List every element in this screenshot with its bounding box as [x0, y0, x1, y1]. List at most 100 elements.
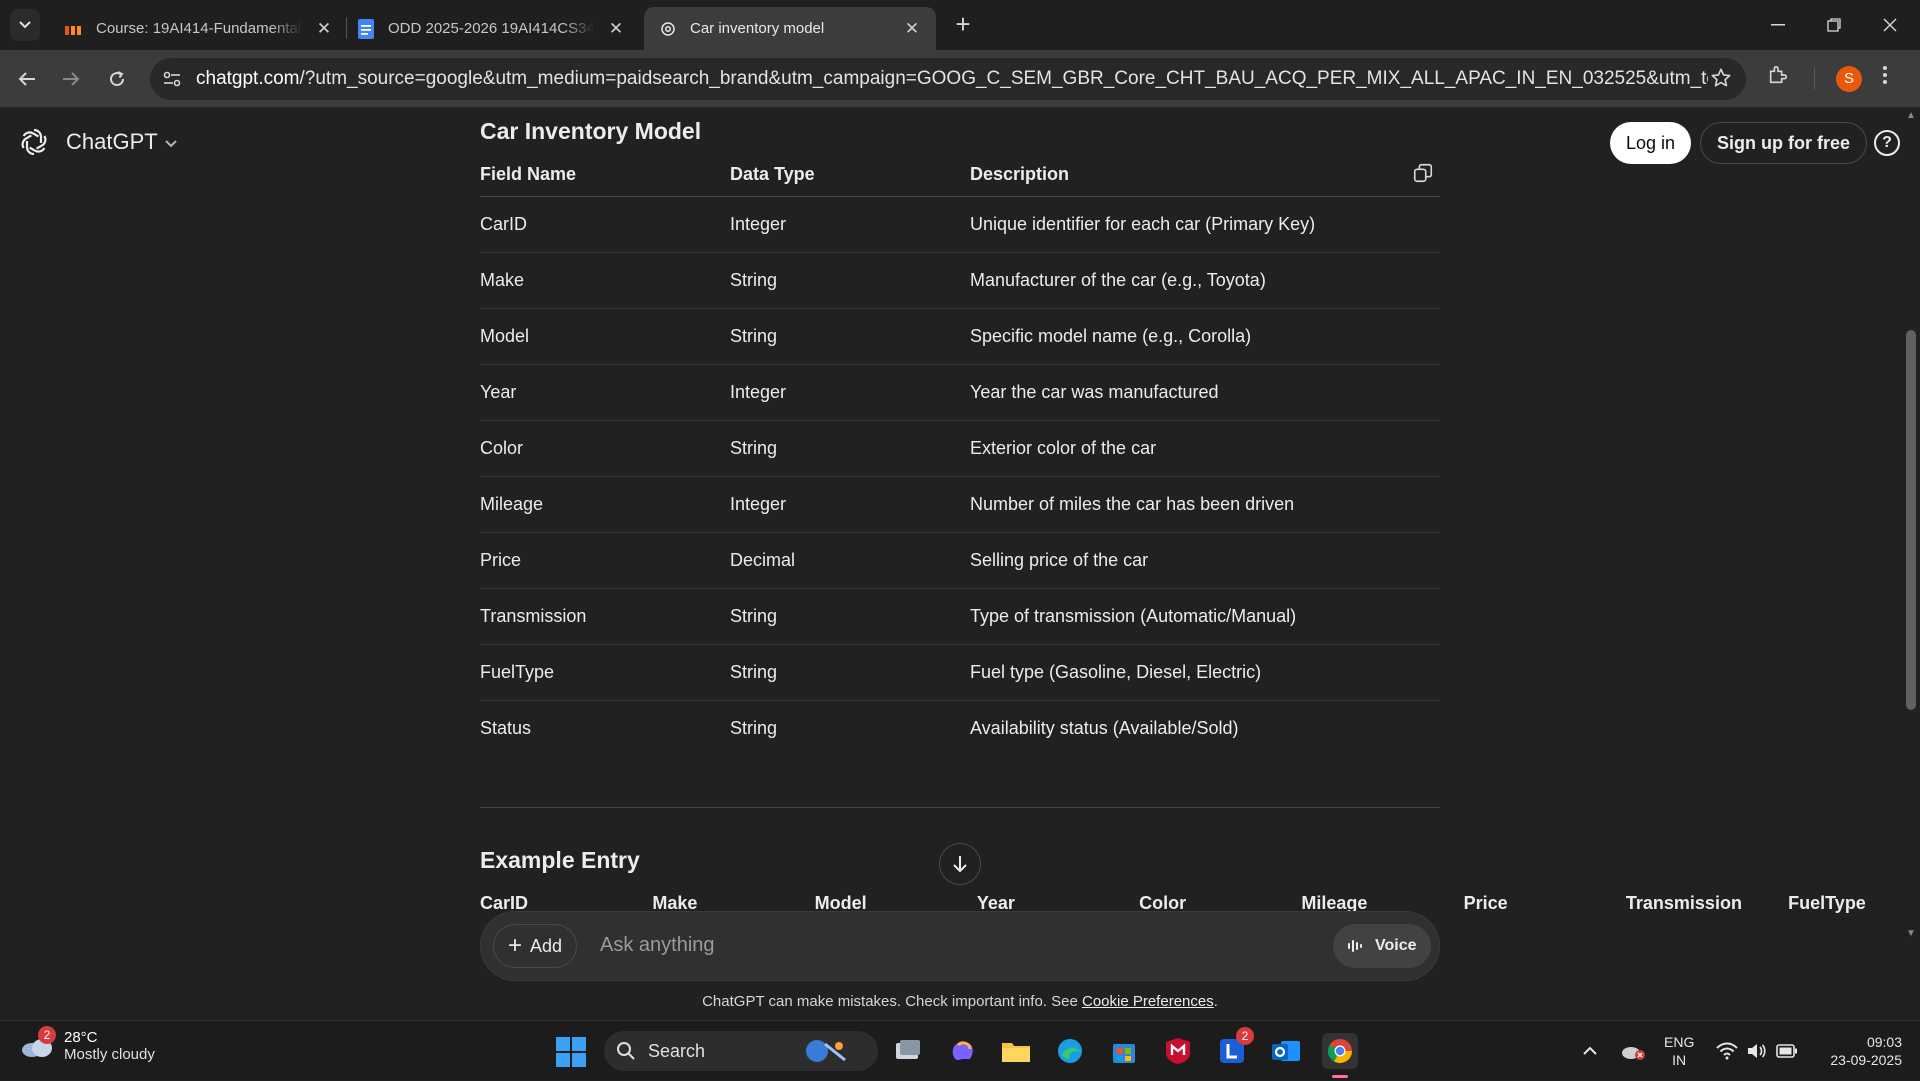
site-info-icon[interactable] — [152, 59, 192, 99]
tab-search-button[interactable] — [10, 9, 40, 41]
disclaimer-end: . — [1213, 993, 1218, 1010]
menu-kebab-icon[interactable] — [1882, 64, 1888, 91]
add-button[interactable]: + Add — [493, 924, 578, 968]
scrollbar-thumb[interactable] — [1906, 330, 1916, 710]
extensions-icon[interactable] — [1767, 64, 1789, 91]
windows-start-icon[interactable] — [556, 1037, 586, 1072]
cookie-preferences-link[interactable]: Cookie Preferences — [1082, 993, 1214, 1010]
chatgpt-icon — [658, 19, 678, 39]
ms-store-icon[interactable] — [1106, 1033, 1142, 1069]
cell-field: FuelType — [480, 644, 730, 701]
cell-description: Fuel type (Gasoline, Diesel, Electric) — [970, 644, 1440, 701]
browser-tab-strip: Course: 19AI414-Fundamentals ✕ ODD 2025-… — [0, 0, 1920, 50]
forward-button[interactable] — [56, 64, 86, 94]
taskbar-search[interactable]: Search — [604, 1031, 878, 1071]
tab-course[interactable]: Course: 19AI414-Fundamentals ✕ — [50, 7, 346, 50]
column-header: Price — [1463, 892, 1508, 913]
tab-title: Car inventory model — [690, 20, 825, 37]
toolbar: chatgpt.com/?utm_source=google&utm_mediu… — [0, 50, 1920, 108]
arrow-down-icon — [953, 856, 967, 873]
scroll-down-icon[interactable]: ▼ — [1906, 928, 1916, 939]
profile-avatar[interactable]: S — [1836, 66, 1862, 92]
show-hidden-icons[interactable] — [1582, 1021, 1598, 1081]
table-row: Status String Availability status (Availab… — [480, 700, 1440, 756]
waveform-icon — [1348, 940, 1362, 952]
restore-button[interactable] — [1806, 0, 1862, 50]
cell-type: String — [730, 420, 970, 477]
cell-field: Model — [480, 308, 730, 365]
close-icon[interactable]: ✕ — [608, 19, 624, 39]
battery-icon[interactable] — [1776, 1021, 1798, 1081]
voice-button[interactable]: Voice — [1333, 924, 1431, 968]
url-text[interactable]: chatgpt.com/?utm_source=google&utm_mediu… — [196, 68, 1708, 90]
example-heading: Example Entry — [480, 847, 640, 873]
prompt-input[interactable]: Ask anything — [600, 934, 715, 957]
cell-type: Integer — [730, 364, 970, 421]
wifi-icon[interactable] — [1716, 1021, 1738, 1081]
close-icon[interactable]: ✕ — [316, 19, 332, 39]
table-row: CarID Integer Unique identifier for each c… — [480, 196, 1440, 253]
url-host: chatgpt.com — [196, 68, 300, 89]
cell-description: Unique identifier for each car (Primary … — [970, 196, 1440, 253]
copilot-icon[interactable] — [944, 1033, 980, 1069]
cloud-icon: 2 — [20, 1026, 56, 1060]
login-button[interactable]: Log in — [1610, 122, 1692, 164]
docs-icon — [356, 18, 376, 39]
cell-field: Year — [480, 364, 730, 421]
bookmark-star-icon[interactable] — [1710, 67, 1732, 94]
model-selector[interactable]: ChatGPT — [18, 126, 178, 158]
column-header: Description — [970, 154, 1440, 197]
cell-type: Decimal — [730, 532, 970, 589]
active-app-indicator — [1332, 1075, 1348, 1078]
reload-button[interactable] — [102, 64, 132, 94]
table-row: Mileage Integer Number of miles the car ha… — [480, 476, 1440, 533]
file-explorer-icon[interactable] — [998, 1033, 1034, 1069]
volume-icon[interactable] — [1746, 1021, 1766, 1081]
weather-widget[interactable]: 2 28°C Mostly cloudy — [20, 1026, 155, 1063]
onedrive-error-icon[interactable] — [1620, 1021, 1646, 1081]
outlook-icon[interactable] — [1268, 1033, 1304, 1069]
chrome-taskbar-icon[interactable] — [1322, 1033, 1358, 1069]
close-icon[interactable]: ✕ — [904, 19, 920, 39]
language-indicator[interactable]: ENG IN — [1664, 1033, 1694, 1069]
tab-car-inventory[interactable]: Car inventory model ✕ — [644, 7, 936, 50]
cell-type: String — [730, 308, 970, 365]
edge-icon[interactable] — [1052, 1033, 1088, 1069]
table-row: Year Integer Year the car was manufactured — [480, 364, 1440, 421]
tab-odd[interactable]: ODD 2025-2026 19AI414CS341 ✕ — [342, 7, 638, 50]
window-close-button[interactable] — [1862, 0, 1918, 50]
new-tab-button[interactable]: + — [948, 10, 978, 40]
scroll-to-bottom-button[interactable] — [939, 843, 981, 885]
search-label: Search — [648, 1040, 706, 1061]
cell-description: Selling price of the car — [970, 532, 1440, 589]
arrow-right-icon — [63, 72, 80, 86]
address-bar[interactable]: chatgpt.com/?utm_source=google&utm_mediu… — [150, 58, 1746, 100]
column-header: Data Type — [730, 154, 970, 197]
task-view-icon[interactable] — [890, 1033, 926, 1069]
mcafee-icon[interactable] — [1160, 1033, 1196, 1069]
section-heading: Car Inventory Model — [480, 118, 702, 144]
l-app-icon[interactable]: 2 — [1214, 1027, 1254, 1069]
arrow-left-icon — [18, 72, 35, 86]
system-clock[interactable]: 09:03 23-09-2025 — [1818, 1033, 1902, 1069]
cell-field: Mileage — [480, 476, 730, 533]
column-header: Field Name — [480, 154, 730, 197]
cell-description: Specific model name (e.g., Corolla) — [970, 308, 1440, 365]
scroll-up-icon[interactable]: ▲ — [1906, 110, 1916, 121]
page-scrollbar[interactable]: ▲ ▼ — [1904, 108, 1920, 1020]
plus-icon: + — [508, 932, 523, 959]
cell-type: String — [730, 644, 970, 701]
restore-icon — [1827, 18, 1841, 32]
cell-field: Status — [480, 717, 532, 738]
signup-button[interactable]: Sign up for free — [1700, 122, 1868, 164]
clock-date: 23-09-2025 — [1830, 1052, 1902, 1068]
help-button[interactable]: ? — [1874, 130, 1900, 156]
lang-code: ENG — [1664, 1034, 1695, 1050]
cell-description: Number of miles the car has been driven — [970, 476, 1440, 533]
minimize-button[interactable] — [1750, 0, 1806, 50]
back-button[interactable] — [12, 64, 42, 94]
temperature: 28°C — [64, 1029, 98, 1046]
chevron-down-icon — [164, 140, 177, 148]
cell-field: Transmission — [480, 588, 730, 645]
tab-title: Course: 19AI414-Fundamentals — [96, 20, 302, 37]
